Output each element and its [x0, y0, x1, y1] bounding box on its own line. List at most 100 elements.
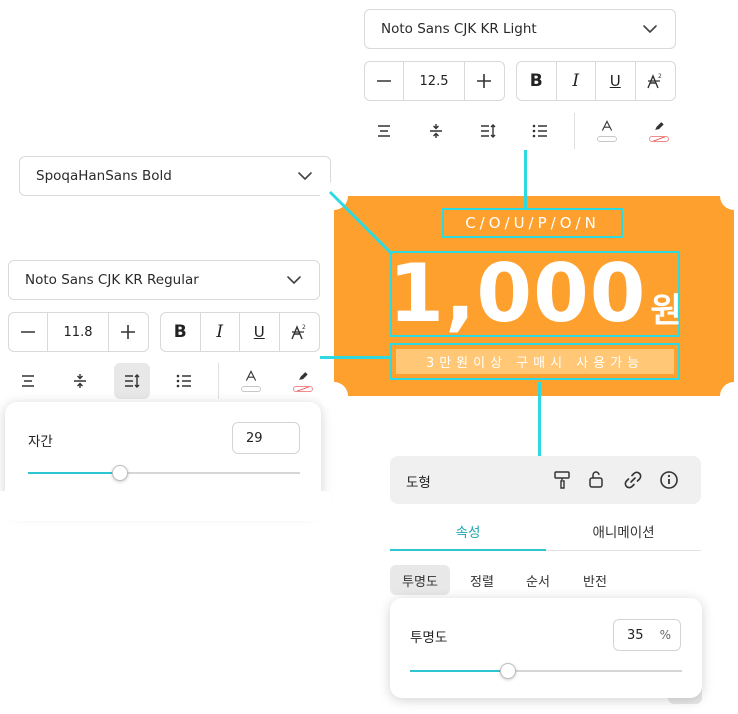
underline-button[interactable]: U [240, 313, 280, 351]
line-height-button[interactable] [114, 363, 150, 399]
left-top-font-name: SpoqaHanSans Bold [36, 168, 172, 184]
italic-button[interactable]: I [557, 62, 596, 100]
letter-spacing-slider-handle[interactable] [112, 465, 129, 481]
line-height-button[interactable] [470, 113, 506, 149]
line-height-icon [481, 124, 496, 138]
letter-spacing-label: 자간 [28, 434, 53, 450]
opacity-slider-handle[interactable] [499, 663, 516, 679]
increase-size-button[interactable] [109, 313, 148, 351]
divider [218, 363, 219, 399]
info-icon[interactable] [659, 470, 679, 490]
text-color-button[interactable] [233, 363, 269, 399]
left-size-input[interactable]: 11.8 [48, 313, 109, 351]
left-font-dropdown[interactable]: Noto Sans CJK KR Regular [8, 260, 320, 300]
top-paragraph-row [366, 113, 677, 149]
subtab-align[interactable]: 정렬 [456, 565, 508, 595]
coupon-unit: 원 [650, 290, 682, 331]
connector-line [320, 356, 392, 359]
top-size-input[interactable]: 12.5 [404, 62, 465, 100]
letter-spacing-slider[interactable] [28, 465, 300, 481]
highlight-swatch [649, 136, 669, 142]
panel-crop-mask [0, 491, 330, 521]
subtab-flip[interactable]: 반전 [569, 565, 621, 595]
subtab-opacity[interactable]: 투명도 [390, 565, 450, 595]
superscript-button[interactable]: 2 [280, 313, 319, 351]
letter-spacing-input[interactable]: 29 [232, 422, 300, 454]
text-color-button[interactable] [589, 113, 625, 149]
top-font-dropdown[interactable]: Noto Sans CJK KR Light [364, 9, 676, 49]
link-icon[interactable] [623, 470, 643, 490]
paint-roller-icon[interactable] [553, 470, 571, 490]
increase-size-button[interactable] [465, 62, 504, 100]
underline-button[interactable]: U [596, 62, 636, 100]
vertical-align-icon [74, 374, 86, 388]
active-tab-indicator [390, 549, 546, 551]
opacity-slider[interactable] [410, 663, 682, 679]
superscript-icon: 2 [291, 324, 306, 340]
letter-spacing-button[interactable] [418, 113, 454, 149]
left-top-font-dropdown[interactable]: SpoqaHanSans Bold [19, 156, 331, 196]
left-paragraph-row [10, 363, 321, 399]
coupon-amount: 1,000 [388, 247, 647, 340]
coupon-notch [320, 382, 348, 410]
opacity-value: 35 [627, 627, 644, 643]
letter-spacing-slider-fill [28, 472, 121, 474]
minus-icon [21, 331, 36, 333]
left-size-stepper[interactable]: 11.8 [8, 312, 149, 352]
highlight-button[interactable] [641, 113, 677, 149]
highlight-swatch [293, 386, 313, 392]
list-icon [532, 124, 547, 138]
letter-spacing-button[interactable] [62, 363, 98, 399]
superscript-button[interactable]: 2 [636, 62, 675, 100]
list-button[interactable] [166, 363, 202, 399]
tab-properties[interactable]: 속성 [390, 512, 546, 550]
connector-line [524, 150, 527, 210]
text-color-icon [245, 370, 257, 381]
marker-icon [299, 372, 308, 380]
highlight-button[interactable] [285, 363, 321, 399]
tab-animation[interactable]: 애니메이션 [546, 512, 701, 550]
opacity-label: 투명도 [410, 630, 448, 646]
text-color-icon [601, 120, 613, 131]
coupon-notch [720, 382, 738, 410]
align-button[interactable] [10, 363, 46, 399]
coupon-note: 3만원이상 구매시 사용가능 [396, 349, 674, 374]
opacity-unit: % [659, 628, 671, 642]
plus-icon [121, 325, 136, 339]
top-font-name: Noto Sans CJK KR Light [381, 21, 537, 37]
left-font-name: Noto Sans CJK KR Regular [25, 272, 199, 288]
bold-button[interactable]: B [161, 313, 201, 351]
align-icon [378, 125, 390, 137]
coupon-note-box[interactable]: 3만원이상 구매시 사용가능 [390, 343, 680, 380]
text-color-swatch [241, 386, 261, 392]
minus-icon [377, 80, 392, 82]
coupon-heading[interactable]: C/O/U/P/O/N [442, 208, 623, 238]
chevron-down-icon [298, 172, 312, 180]
align-button[interactable] [366, 113, 402, 149]
chevron-down-icon [643, 25, 657, 33]
list-button[interactable] [522, 113, 558, 149]
unlock-icon[interactable] [588, 469, 604, 489]
svg-text:2: 2 [658, 73, 662, 80]
divider [574, 113, 575, 149]
italic-button[interactable]: I [201, 313, 240, 351]
text-color-swatch [597, 136, 617, 142]
connector-line [538, 382, 541, 456]
list-icon [176, 374, 191, 388]
chevron-down-icon [287, 276, 301, 284]
svg-text:2: 2 [302, 324, 306, 331]
opacity-input[interactable]: 35 % [613, 619, 681, 651]
marker-icon [655, 122, 664, 130]
bold-button[interactable]: B [517, 62, 557, 100]
decrease-size-button[interactable] [9, 313, 49, 351]
plus-icon [477, 74, 492, 88]
subtab-order[interactable]: 순서 [512, 565, 564, 595]
connector-line [328, 190, 394, 256]
object-bar: 도형 [390, 456, 701, 504]
line-height-icon [125, 374, 140, 388]
top-size-stepper[interactable]: 12.5 [364, 61, 505, 101]
decrease-size-button[interactable] [365, 62, 405, 100]
coupon-amount-box[interactable]: 1,000 원 [388, 247, 682, 340]
object-type-label: 도형 [406, 475, 431, 491]
align-icon [22, 375, 34, 387]
